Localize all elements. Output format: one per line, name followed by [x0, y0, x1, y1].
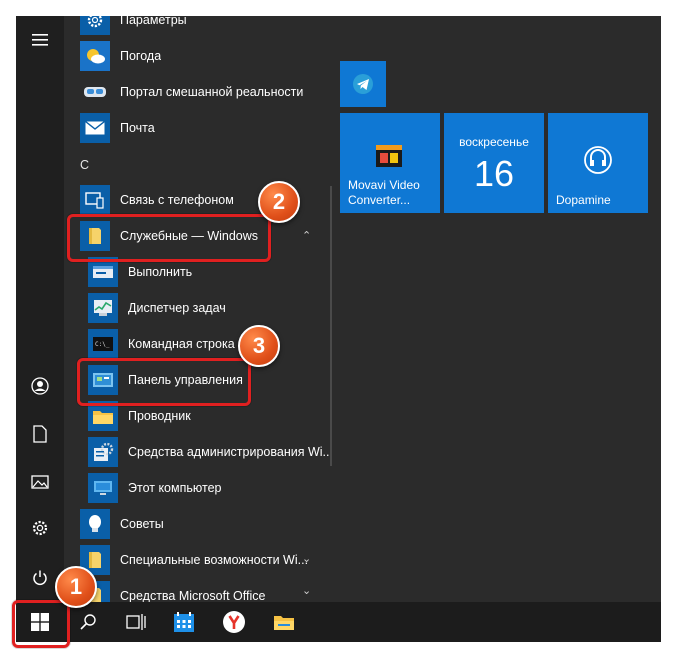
weather-icon: [80, 41, 110, 71]
settings-button[interactable]: [20, 510, 60, 546]
file-explorer-button[interactable]: [260, 602, 308, 642]
app-phone-link[interactable]: Связь с телефоном: [80, 182, 342, 218]
step-badge-3: 3: [238, 325, 280, 367]
movavi-icon: [376, 145, 402, 167]
this-pc-icon: [88, 473, 118, 503]
documents-button[interactable]: [20, 416, 60, 452]
app-command-prompt[interactable]: C:\_ Командная строка: [88, 326, 350, 362]
step-badge-1: 1: [55, 566, 97, 608]
app-this-pc[interactable]: Этот компьютер: [88, 470, 350, 506]
pictures-button[interactable]: [20, 464, 60, 500]
calendar-icon: [174, 612, 194, 632]
cmd-icon: C:\_: [88, 329, 118, 359]
app-label: Средства Microsoft Office: [120, 589, 266, 603]
hamburger-icon: [32, 34, 48, 46]
highlight-windows-tools: [67, 214, 271, 262]
phone-link-icon: [80, 185, 110, 215]
app-admin-tools[interactable]: Средства администрирования Wi...: [88, 434, 350, 470]
user-account-button[interactable]: [20, 368, 60, 404]
taskbar: [16, 602, 661, 642]
app-label: Параметры: [120, 16, 187, 27]
power-button[interactable]: [20, 560, 60, 596]
folder-icon: [274, 616, 294, 630]
yandex-browser-icon: [223, 611, 245, 633]
search-button[interactable]: [64, 602, 112, 642]
task-view-button[interactable]: [112, 602, 160, 642]
app-label: Погода: [120, 49, 162, 63]
movavi-tile[interactable]: Movavi Video Converter...: [340, 113, 440, 213]
gear-icon: [32, 520, 48, 536]
highlight-start-button: [12, 600, 70, 648]
app-label: Связь с телефоном: [120, 193, 234, 207]
app-list[interactable]: Параметры Погода Портал смешанной реальн…: [64, 16, 334, 611]
user-icon: [31, 377, 49, 395]
chevron-down-icon[interactable]: ⌄: [302, 552, 311, 565]
app-weather[interactable]: Погода: [80, 38, 342, 74]
dopamine-label: Dopamine: [556, 193, 611, 207]
scrollbar[interactable]: [330, 186, 332, 466]
app-label: Выполнить: [128, 265, 193, 279]
admin-tools-icon: [88, 437, 118, 467]
gear-icon: [80, 16, 110, 35]
app-label: Портал смешанной реальности: [120, 85, 304, 99]
app-tips[interactable]: Советы: [80, 506, 342, 542]
highlight-control-panel: [77, 358, 251, 406]
calendar-day: воскресенье: [459, 135, 529, 149]
telegram-icon: [353, 74, 373, 94]
calendar-tile[interactable]: воскресенье 16: [444, 113, 544, 213]
headphones-icon: [584, 146, 612, 174]
search-icon: [80, 614, 96, 630]
app-label: Командная строка: [128, 337, 235, 351]
task-manager-icon: [88, 293, 118, 323]
power-icon: [33, 570, 47, 586]
mixed-reality-icon: [80, 77, 110, 107]
chevron-up-icon[interactable]: ⌃: [302, 229, 311, 242]
document-icon: [33, 425, 47, 443]
tips-icon: [80, 509, 110, 539]
chevron-down-icon[interactable]: ⌄: [302, 584, 311, 597]
calendar-taskbar-button[interactable]: [160, 602, 208, 642]
svg-text:C:\_: C:\_: [95, 341, 110, 348]
calendar-date: 16: [473, 153, 515, 194]
app-label: Советы: [120, 517, 164, 531]
app-settings[interactable]: Параметры: [80, 16, 342, 38]
yandex-browser-button[interactable]: [210, 602, 258, 642]
mail-icon: [80, 113, 110, 143]
app-label: Этот компьютер: [128, 481, 222, 495]
tiles-area: Movavi Video Converter... воскресенье 16…: [334, 16, 661, 602]
start-rail: [16, 16, 64, 602]
app-label: Почта: [120, 121, 155, 135]
app-task-manager[interactable]: Диспетчер задач: [88, 290, 350, 326]
task-view-icon: [126, 614, 146, 630]
screen: Параметры Погода Портал смешанной реальн…: [16, 16, 661, 642]
step-badge-2: 2: [258, 181, 300, 223]
movavi-label: Movavi Video Converter...: [348, 178, 420, 207]
hamburger-menu-button[interactable]: [20, 22, 60, 58]
app-label: Диспетчер задач: [128, 301, 226, 315]
app-label: Специальные возможности Wi...: [120, 553, 309, 567]
app-label: Средства администрирования Wi...: [128, 445, 333, 459]
section-letter[interactable]: С: [80, 158, 89, 172]
app-mixed-reality[interactable]: Портал смешанной реальности: [80, 74, 342, 110]
pictures-icon: [31, 475, 49, 489]
app-label: Проводник: [128, 409, 191, 423]
app-mail[interactable]: Почта: [80, 110, 342, 146]
dopamine-tile[interactable]: Dopamine: [548, 113, 648, 213]
telegram-tile[interactable]: [340, 61, 386, 107]
